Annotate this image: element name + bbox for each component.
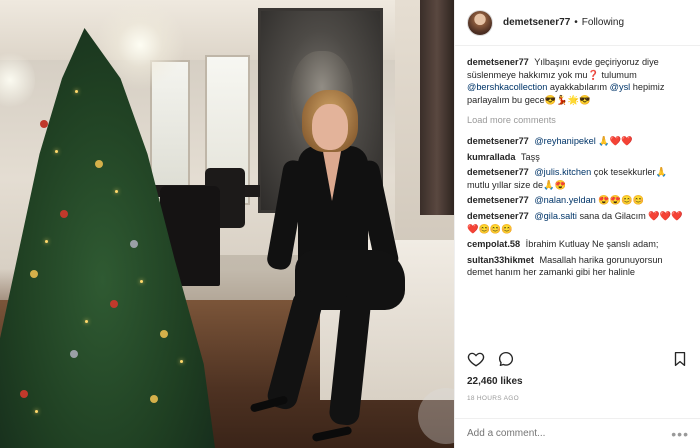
ornament [150,395,158,403]
comment-username[interactable]: demetsener77 [467,167,529,177]
tree-light [180,360,183,363]
ornament [20,390,28,398]
comment-input[interactable] [467,428,657,439]
comments-list: demetsener77 Yılbaşını evde geçiriyoruz … [455,46,700,333]
post-header: demetsener77 • Following [455,0,700,46]
comment-text: 😍😍😊😊 [598,195,645,206]
comment-text: 🙏❤️❤️ [598,135,633,146]
comment: cempolat.58 İbrahim Kutluay Ne şanslı ad… [467,238,688,251]
comment: demetsener77 @reyhanipekel 🙏❤️❤️ [467,135,688,148]
ornament [160,330,168,338]
ornament [60,210,68,218]
comment-text: Taşş [520,151,540,162]
comment-username[interactable]: cempolat.58 [467,239,520,249]
comment-username[interactable]: demetsener77 [467,211,529,221]
tree-light [35,410,38,413]
comment-icon[interactable] [497,350,515,368]
curtain [420,0,454,215]
caption-mention[interactable]: @ysl [610,82,631,92]
follow-status-button[interactable]: Following [582,17,624,28]
face [312,104,348,150]
tree-light [45,240,48,243]
add-comment-bar: ••• [455,418,700,448]
caption-username[interactable]: demetsener77 [467,57,529,67]
comment-mention[interactable]: @julis.kitchen [534,167,591,177]
tree-light [85,320,88,323]
tree-light [115,190,118,193]
tree-light [75,90,78,93]
comment: demetsener77 @julis.kitchen çok tesekkur… [467,166,688,191]
leg [264,288,326,412]
comment: kumrallada Taşş [467,151,688,164]
caption: demetsener77 Yılbaşını evde geçiriyoruz … [467,56,688,106]
header-separator: • [574,17,578,28]
caption-text: ayakkabılarım [549,82,608,93]
comment-username[interactable]: demetsener77 [467,195,529,205]
comment-username[interactable]: demetsener77 [467,136,529,146]
load-more-comments-link[interactable]: Load more comments [467,114,688,127]
post-side-panel: demetsener77 • Following demetsener77 Yı… [454,0,700,448]
bookmark-icon[interactable] [671,350,689,368]
post-actions [467,350,689,370]
tree-light [55,150,58,153]
ornament [95,160,103,168]
comment-text: İbrahim Kutluay Ne şanslı adam; [525,239,659,250]
comment-mention[interactable]: @gila.salti [534,211,577,221]
post-photo[interactable] [0,0,454,448]
comment-username[interactable]: sultan33hikmet [467,255,534,265]
woman-figure [249,90,420,443]
comment: sultan33hikmet Masallah harika gorunuyor… [467,254,688,279]
ornament [30,270,38,278]
ornament [40,120,48,128]
comment-mention[interactable]: @nalan.yeldan [534,195,595,205]
ceiling [0,0,454,60]
like-count[interactable]: 22,460 likes [467,376,523,387]
leg [328,293,372,427]
comment: demetsener77 @nalan.yeldan 😍😍😊😊 [467,194,688,207]
comment-mention[interactable]: @reyhanipekel [534,136,595,146]
ornament [70,350,78,358]
heart-icon[interactable] [467,350,485,368]
more-options-icon[interactable]: ••• [671,426,689,442]
caption-mention[interactable]: @bershkacollection [467,82,547,92]
tree-light [140,280,143,283]
comment-username[interactable]: kumrallada [467,152,516,162]
heel-shoe [311,425,353,443]
avatar[interactable] [467,9,493,36]
ornament [110,300,118,308]
comment: demetsener77 @gila.salti sana da Gilacım… [467,210,688,235]
post-timestamp: 18 HOURS AGO [467,395,520,402]
ornament [130,240,138,248]
header-username[interactable]: demetsener77 [503,17,570,28]
